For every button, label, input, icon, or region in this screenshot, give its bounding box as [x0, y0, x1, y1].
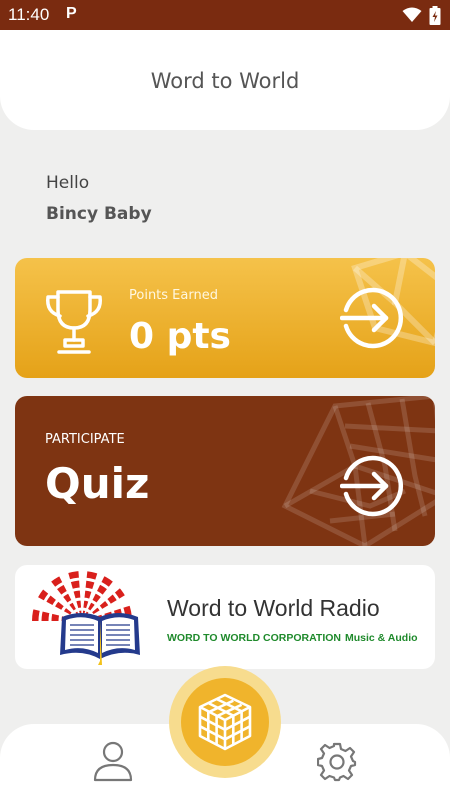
app-header: Word to World	[0, 30, 450, 130]
points-value: 0 pts	[129, 316, 231, 357]
radio-card[interactable]: Word to World Radio WORD TO WORLD CORPOR…	[15, 565, 435, 669]
quiz-overline: PARTICIPATE	[45, 432, 125, 447]
quiz-card[interactable]: PARTICIPATE Quiz	[15, 396, 435, 546]
greeting-text: Hello	[46, 173, 90, 193]
page-title: Word to World	[150, 69, 300, 93]
arrow-circle-icon[interactable]	[340, 286, 404, 350]
quiz-title: Quiz	[45, 459, 150, 508]
status-bar: 11:40 P	[0, 0, 450, 30]
word-to-world-logo	[32, 571, 140, 669]
points-card[interactable]: Points Earned 0 pts	[15, 258, 435, 378]
arrow-circle-icon[interactable]	[340, 454, 404, 518]
radio-corporation: WORD TO WORLD CORPORATION	[167, 632, 342, 644]
profile-icon[interactable]	[93, 740, 133, 782]
user-name: Bincy Baby	[46, 204, 152, 224]
notification-icon: P	[66, 5, 77, 22]
radio-category: Music & Audio	[345, 632, 418, 644]
cube-icon[interactable]	[197, 692, 253, 752]
battery-icon	[429, 6, 441, 25]
radio-title: Word to World Radio	[167, 595, 380, 621]
wifi-icon	[402, 7, 422, 22]
gear-icon[interactable]	[317, 742, 357, 782]
points-label: Points Earned	[129, 288, 218, 303]
status-time: 11:40	[8, 5, 50, 24]
trophy-icon	[46, 290, 102, 354]
